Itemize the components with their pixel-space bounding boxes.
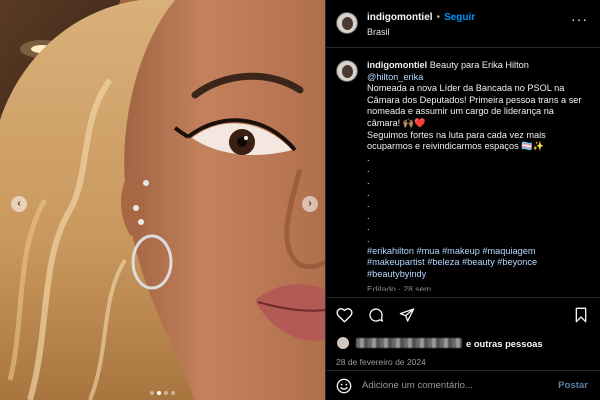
caption-dot-line: . xyxy=(367,164,370,175)
post-caption: indigomontiel Beauty para Erika Hilton @… xyxy=(367,60,588,297)
post-header: indigomontiel • Seguir Brasil ··· xyxy=(326,0,600,48)
comment-input[interactable] xyxy=(362,380,559,391)
caption-dot-line: . xyxy=(367,233,370,244)
caption-body: Nomeada a nova Líder da Bancada no PSOL … xyxy=(367,83,582,128)
comment-bar: Postar xyxy=(326,370,600,400)
bookmark-icon[interactable] xyxy=(574,307,588,323)
carousel-indicator xyxy=(150,391,175,395)
caption-section: indigomontiel Beauty para Erika Hilton @… xyxy=(326,48,600,298)
action-bar xyxy=(326,298,600,332)
carousel-dot xyxy=(164,391,168,395)
carousel-dot-active xyxy=(157,391,161,395)
caption-username[interactable]: indigomontiel xyxy=(367,60,427,70)
likes-rest-label[interactable]: e outras pessoas xyxy=(466,338,543,349)
caption-dot-line: . xyxy=(367,210,370,221)
caption-mention[interactable]: @hilton_erika xyxy=(367,72,588,84)
likes-summary[interactable]: e outras pessoas xyxy=(326,332,600,354)
caption-dot-line: . xyxy=(367,199,370,210)
caption-body-2: Seguimos fortes na luta para cada vez ma… xyxy=(367,129,546,152)
caption-dot-line: . xyxy=(367,222,370,233)
author-username[interactable]: indigomontiel xyxy=(367,12,433,23)
liker-avatar xyxy=(336,336,350,350)
caption-dot-line: . xyxy=(367,152,370,163)
more-options-icon[interactable]: ··· xyxy=(571,12,588,26)
post-media: ‹ › xyxy=(0,0,325,400)
caption-first-text: Beauty para Erika Hilton xyxy=(429,60,529,70)
separator-dot: • xyxy=(436,12,441,23)
author-info: indigomontiel • Seguir Brasil xyxy=(367,12,475,37)
caption-dot-line: . xyxy=(367,175,370,186)
emoji-icon[interactable] xyxy=(336,378,352,394)
share-icon[interactable] xyxy=(399,307,415,323)
carousel-dot xyxy=(171,391,175,395)
follow-button[interactable]: Seguir xyxy=(444,12,475,23)
post-sidebar: indigomontiel • Seguir Brasil ··· indigo… xyxy=(325,0,600,400)
author-avatar[interactable] xyxy=(336,12,358,34)
caption-hashtags[interactable]: #erikahilton #mua #makeup #maquiagem #ma… xyxy=(367,246,588,281)
caption-dot-line: . xyxy=(367,187,370,198)
edited-label: Editado · 28 sem xyxy=(367,284,432,292)
post-photo xyxy=(0,0,325,400)
heart-icon[interactable] xyxy=(336,307,353,323)
comment-icon[interactable] xyxy=(368,307,384,323)
caption-author-avatar[interactable] xyxy=(336,60,358,82)
carousel-dot xyxy=(150,391,154,395)
post-comment-button[interactable]: Postar xyxy=(558,380,588,391)
carousel-prev-button[interactable]: ‹ xyxy=(11,196,27,212)
carousel-next-button[interactable]: › xyxy=(302,196,318,212)
blurred-liker-name xyxy=(356,338,462,348)
post-location[interactable]: Brasil xyxy=(367,27,475,37)
